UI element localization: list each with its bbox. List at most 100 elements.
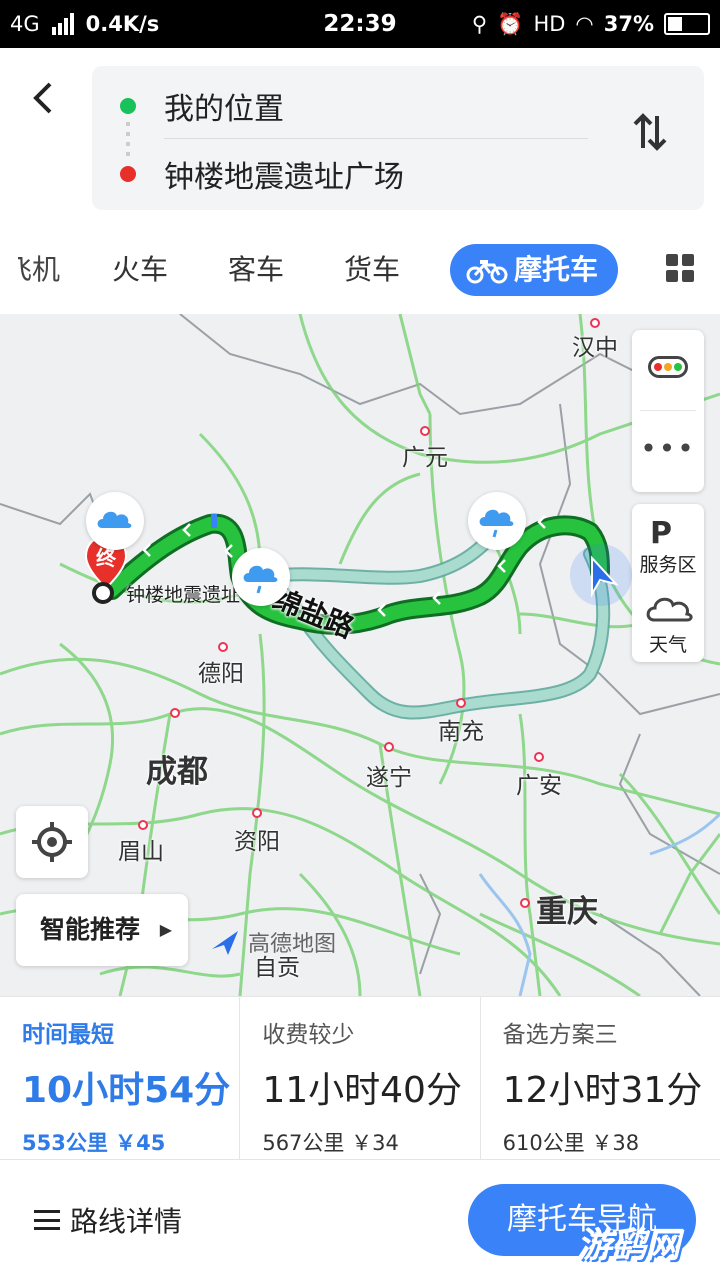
route-details-label: 路线详情: [70, 1205, 183, 1238]
destination-map-label: 钟楼地震遗址: [126, 584, 241, 606]
motorcycle-icon: [466, 260, 508, 284]
route-details-button[interactable]: 路线详情: [34, 1200, 182, 1240]
navigation-arrow-icon: [591, 555, 620, 598]
tab-coach[interactable]: 客车: [228, 244, 284, 296]
city-ziyang: 资阳: [234, 829, 280, 855]
route-option-meta: 553公里 ￥45: [22, 1131, 166, 1155]
battery-icon: [664, 13, 710, 35]
back-arrow-icon: [33, 82, 52, 114]
grid-icon: [666, 254, 678, 266]
weather-bubble[interactable]: [86, 492, 144, 550]
city-meishan: 眉山: [118, 839, 164, 865]
origin-dot-icon: [120, 98, 136, 114]
city-nanchong: 南充: [438, 719, 484, 745]
watermark: 游鹞网: [578, 1226, 680, 1266]
destination-field[interactable]: 钟楼地震遗址广场: [92, 142, 704, 206]
divider: [640, 410, 696, 411]
alarm-icon: ⏰: [497, 11, 524, 36]
route-option-time: 11小时40分: [262, 1070, 462, 1111]
route-option-time: 10小时54分: [22, 1070, 231, 1111]
wifi-icon: ◠: [575, 12, 594, 36]
city-suining: 遂宁: [366, 765, 412, 791]
triangle-right-icon: ▶: [159, 920, 172, 939]
route-input-box: 我的位置 钟楼地震遗址广场: [92, 66, 704, 210]
route-options: 时间最短 10小时54分 553公里 ￥45 收费较少 11小时40分 567公…: [0, 996, 720, 1160]
transport-tabs: 飞机 火车 客车 货车 摩托车: [0, 228, 720, 314]
city-dot: [138, 820, 148, 830]
rain-icon: [243, 565, 278, 594]
weather-label: 天气: [648, 634, 687, 656]
cloud-icon: [97, 511, 132, 528]
more-modes-button[interactable]: [666, 254, 694, 282]
parking-icon: P: [650, 516, 672, 551]
footer-bar: 路线详情 摩托车导航 游鹞网: [0, 1160, 720, 1280]
city-dot: [456, 698, 466, 708]
service-area-label: 服务区: [639, 554, 697, 576]
smart-recommend-button[interactable]: 智能推荐 ▶: [16, 894, 188, 966]
route-option-cheaper[interactable]: 收费较少 11小时40分 567公里 ￥34: [240, 997, 481, 1159]
swap-route-button[interactable]: [632, 112, 668, 162]
tab-train[interactable]: 火车: [112, 244, 168, 296]
destination-dot-icon: [120, 166, 136, 182]
battery-percent: 37%: [603, 12, 654, 36]
hd-indicator: HD: [533, 12, 566, 36]
city-dot: [252, 808, 262, 818]
city-dot: [534, 752, 544, 762]
city-dot: [520, 898, 530, 908]
city-dot: [218, 642, 228, 652]
route-option-name: 备选方案三: [502, 1022, 618, 1048]
route-option-time: 12小时31分: [502, 1070, 703, 1111]
tab-truck[interactable]: 货车: [344, 244, 400, 296]
destination-point-icon: [92, 582, 114, 604]
status-bar: 4G 0.4K/s 22:39 ⚲ ⏰ HD ◠ 37%: [0, 0, 720, 48]
current-location-marker: [570, 544, 632, 606]
amap-logo-icon: [212, 931, 238, 955]
tab-motorcycle-label: 摩托车: [514, 253, 599, 286]
grid-icon-cell: [682, 254, 694, 266]
city-guangyuan: 广元: [402, 445, 448, 471]
more-options-icon[interactable]: •••: [632, 432, 704, 465]
tab-motorcycle[interactable]: 摩托车: [450, 244, 619, 296]
crosshair-icon: [32, 822, 72, 862]
service-area-button[interactable]: P 服务区: [632, 504, 704, 580]
city-chongqing: 重庆: [536, 894, 598, 930]
location-icon: ⚲: [471, 12, 488, 36]
origin-text: 我的位置: [164, 92, 284, 127]
route-option-meta: 610公里 ￥38: [502, 1131, 640, 1155]
city-chengdu: 成都: [146, 754, 208, 790]
city-deyang: 德阳: [198, 661, 244, 687]
route-option-fastest[interactable]: 时间最短 10小时54分 553公里 ￥45: [0, 997, 241, 1159]
origin-field[interactable]: 我的位置: [92, 74, 704, 138]
city-dot: [420, 426, 430, 436]
destination-text: 钟楼地震遗址广场: [164, 160, 404, 195]
route-option-alternative[interactable]: 备选方案三 12小时31分 610公里 ￥38: [481, 997, 720, 1159]
route-option-name: 收费较少: [262, 1022, 355, 1048]
list-icon: [34, 1210, 60, 1230]
route-option-meta: 567公里 ￥34: [262, 1131, 399, 1155]
city-hanzhong: 汉中: [572, 335, 618, 361]
rain-icon: [479, 509, 514, 538]
cloud-icon: [646, 597, 693, 622]
city-zigong: 自贡: [254, 955, 300, 981]
grid-icon-cell: [682, 270, 694, 282]
swap-icon: [633, 113, 667, 151]
city-dot: [590, 318, 600, 328]
smart-recommend-label: 智能推荐: [40, 915, 141, 944]
map-layers-panel: P 服务区 天气: [632, 504, 704, 662]
locate-me-button[interactable]: [16, 806, 88, 878]
divider: [164, 138, 588, 139]
city-dot: [170, 708, 180, 718]
map-tools-panel: •••: [632, 330, 704, 492]
route-option-name: 时间最短: [22, 1022, 114, 1048]
traffic-button[interactable]: [648, 356, 688, 378]
tab-plane[interactable]: 飞机: [18, 244, 60, 296]
back-button[interactable]: [22, 76, 66, 120]
weather-bubble[interactable]: [232, 548, 290, 606]
grid-icon-cell: [666, 270, 678, 282]
map-view[interactable]: 汉中 广元 德阳 南充 成都 遂宁 广安 眉山 资阳 重庆 绵盐路 终 钟楼地震…: [0, 314, 720, 996]
city-dot: [384, 742, 394, 752]
weather-bubble[interactable]: [468, 492, 526, 550]
route-header: 我的位置 钟楼地震遗址广场: [0, 48, 720, 228]
city-guangan: 广安: [516, 773, 562, 799]
weather-button[interactable]: 天气: [632, 582, 704, 662]
